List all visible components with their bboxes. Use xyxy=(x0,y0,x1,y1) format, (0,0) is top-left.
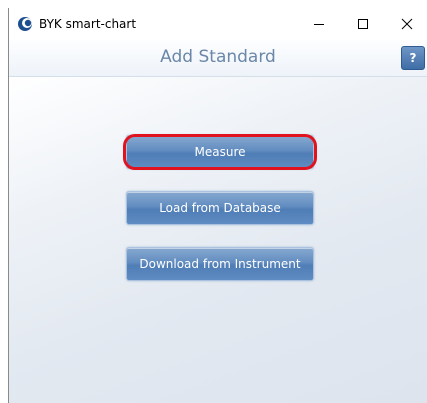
download-from-instrument-button[interactable]: Download from Instrument xyxy=(126,247,314,281)
maximize-icon xyxy=(358,19,368,29)
window-title: BYK smart-chart xyxy=(39,17,137,31)
page-header: Add Standard ? xyxy=(9,40,427,77)
app-window: BYK smart-chart Add Standard ? Measure L… xyxy=(8,8,427,403)
title-bar[interactable]: BYK smart-chart xyxy=(9,8,427,40)
content-area: Measure Load from Database Download from… xyxy=(9,77,427,403)
load-from-database-button[interactable]: Load from Database xyxy=(126,191,314,225)
minimize-icon xyxy=(314,24,324,25)
measure-button[interactable]: Measure xyxy=(126,135,314,169)
maximize-button[interactable] xyxy=(340,8,386,40)
minimize-button[interactable] xyxy=(296,8,342,40)
close-button[interactable] xyxy=(384,8,427,40)
page-title: Add Standard xyxy=(160,47,276,67)
help-button[interactable]: ? xyxy=(401,46,425,70)
close-icon xyxy=(401,18,413,30)
byk-logo-icon xyxy=(18,17,32,31)
